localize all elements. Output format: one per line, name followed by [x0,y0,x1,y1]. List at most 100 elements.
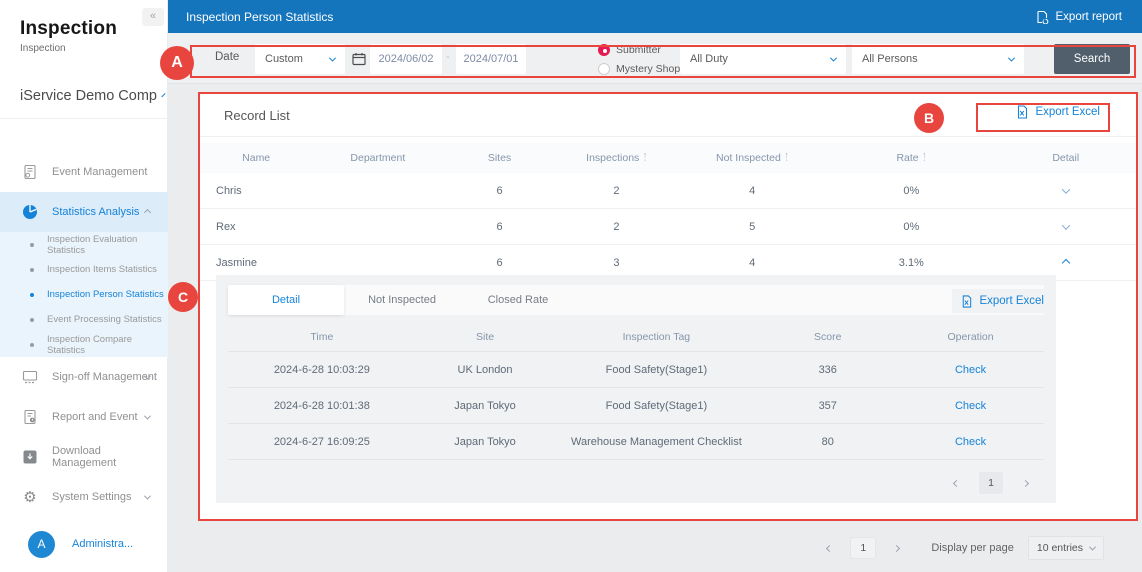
column-header-score: Score [814,331,842,343]
detail-pagination: 1 [216,470,1032,496]
entries-value: 10 entries [1036,542,1083,554]
column-label: Rate [896,152,919,164]
prev-page-button[interactable] [950,477,963,490]
export-excel-label: Export Excel [1035,106,1100,118]
prev-page-button[interactable] [823,542,836,555]
app-logo-subtitle: Inspection [20,43,66,54]
download-management-icon [22,449,38,465]
app-logo-title: Inspection [20,18,118,39]
check-link[interactable]: Check [897,364,1044,376]
sidebar: Inspection Inspection « iService Demo Co… [0,0,168,572]
search-button[interactable]: Search [1054,44,1130,74]
display-per-page-label: Display per page [931,542,1014,554]
detail-panel-tabs: Detail Not Inspected Closed Rate Export … [228,285,1044,315]
column-header-not-inspected: Not Inspected ↑ ↓ [677,152,827,164]
company-name: iService Demo Comp [20,88,157,104]
tab-closed-rate[interactable]: Closed Rate [460,285,576,315]
page-number[interactable]: 1 [850,537,877,559]
cell-inspections: 2 [613,220,620,233]
cell-inspection-tag: Warehouse Management Checklist [570,435,742,448]
next-page-button[interactable] [1019,477,1032,490]
duty-filter-value: All Duty [690,53,728,65]
expand-row-toggle[interactable] [996,184,1136,197]
chevron-down-icon [1061,220,1070,230]
sidebar-item-system-settings[interactable]: ⚙ System Settings [0,477,168,517]
chevron-right-icon [893,544,901,552]
export-excel-button[interactable]: Export Excel [1015,105,1100,119]
chevron-left-icon [826,544,834,552]
cell-time: 2024-6-27 16:09:25 [273,435,370,448]
sidebar-collapse-button[interactable]: « [142,8,164,26]
table-row-chris[interactable]: Chris 6 2 4 0% [200,173,1136,209]
column-header-sites: Sites [487,152,512,164]
sort-icon[interactable]: ↑ ↓ [785,152,789,163]
gear-icon: ⚙ [23,489,37,506]
next-page-button[interactable] [890,542,903,555]
radio-unselected-icon [598,62,610,75]
tab-detail[interactable]: Detail [228,285,344,315]
chevron-down-icon [143,492,152,500]
expand-row-toggle[interactable] [996,220,1136,233]
chevron-down-icon [1088,543,1097,551]
sidebar-item-label: Report and Event [52,411,138,423]
sidebar-item-download-management[interactable]: Download Management [0,437,168,477]
cell-not-inspected: 5 [749,220,756,233]
calendar-icon[interactable] [352,52,366,66]
chevron-down-icon [829,54,838,62]
date-mode-select[interactable]: Custom [255,44,345,74]
sidebar-item-event-management[interactable]: Event Management [0,152,168,192]
page-title: Inspection Person Statistics [186,9,334,24]
company-selector[interactable]: iService Demo Comp [20,88,166,104]
persons-filter-select[interactable]: All Persons [852,44,1024,74]
user-profile[interactable]: A Administra... [0,524,168,564]
sidebar-subitem-event-processing-statistics[interactable]: Event Processing Statistics [0,307,168,332]
entries-per-page-select[interactable]: 10 entries [1027,536,1104,560]
sidebar-item-label: Download Management [52,445,117,469]
date-from-input[interactable]: 2024/06/02 [370,44,442,74]
table-row-rex[interactable]: Rex 6 2 5 0% [200,209,1136,245]
bullet-icon [30,342,34,347]
detail-row: 2024-6-28 10:03:29 UK London Food Safety… [228,351,1044,387]
cell-site: Japan Tokyo [454,399,516,412]
sidebar-item-statistics-analysis[interactable]: Statistics Analysis [0,192,168,232]
column-label: Inspections [586,152,640,164]
sidebar-subitem-label: Inspection Person Statistics [47,289,164,300]
chevron-down-icon [328,54,337,62]
cell-time: 2024-6-28 10:03:29 [273,363,370,376]
annotation-marker-a: A [160,46,194,80]
excel-icon [960,294,973,308]
detail-row: 2024-6-27 16:09:25 Japan Tokyo Warehouse… [228,423,1044,459]
date-to-input[interactable]: 2024/07/01 [456,44,526,74]
collapse-row-toggle[interactable] [996,257,1136,269]
sidebar-subitem-inspection-compare-statistics[interactable]: Inspection Compare Statistics [0,332,168,357]
record-list-header: Record List Export Excel [200,93,1136,137]
radio-submitter-label: Submitter [616,43,661,56]
check-link[interactable]: Check [897,436,1044,448]
topbar: Inspection Person Statistics Export repo… [168,0,1142,33]
date-range-separator: - [446,51,450,63]
duty-filter-select[interactable]: All Duty [680,44,846,74]
cell-sites: 6 [496,220,503,233]
sidebar-subitem-inspection-person-statistics[interactable]: Inspection Person Statistics [0,282,168,307]
cell-score: 80 [821,435,834,448]
column-header-site: Site [475,331,495,343]
sidebar-subitem-label: Inspection Compare Statistics [47,333,133,356]
sidebar-item-report-and-event[interactable]: Report and Event [0,397,168,437]
radio-selected-icon [598,43,610,56]
sidebar-subitem-inspection-evaluation-statistics[interactable]: Inspection Evaluation Statistics [0,232,168,257]
column-header-rate: Rate ↑ ↓ [827,152,995,164]
detail-table: Time Site Inspection Tag Score Operation… [228,323,1044,460]
sidebar-item-signoff-management[interactable]: Sign-off Management [0,357,168,397]
export-report-button[interactable]: Export report [1035,10,1122,24]
chevron-up-icon [143,208,152,216]
page-number[interactable]: 1 [979,472,1003,494]
tab-not-inspected[interactable]: Not Inspected [344,285,460,315]
sort-icon[interactable]: ↑ ↓ [923,152,927,163]
sort-icon[interactable]: ↑ ↓ [643,152,647,163]
sidebar-subitem-label: Inspection Evaluation Statistics [47,233,138,256]
chevron-down-icon [1007,54,1016,62]
sidebar-subitem-inspection-items-statistics[interactable]: Inspection Items Statistics [0,257,168,282]
detail-panel: Detail Not Inspected Closed Rate Export … [216,275,1056,503]
detail-export-excel-button[interactable]: Export Excel [952,289,1044,313]
check-link[interactable]: Check [897,400,1044,412]
